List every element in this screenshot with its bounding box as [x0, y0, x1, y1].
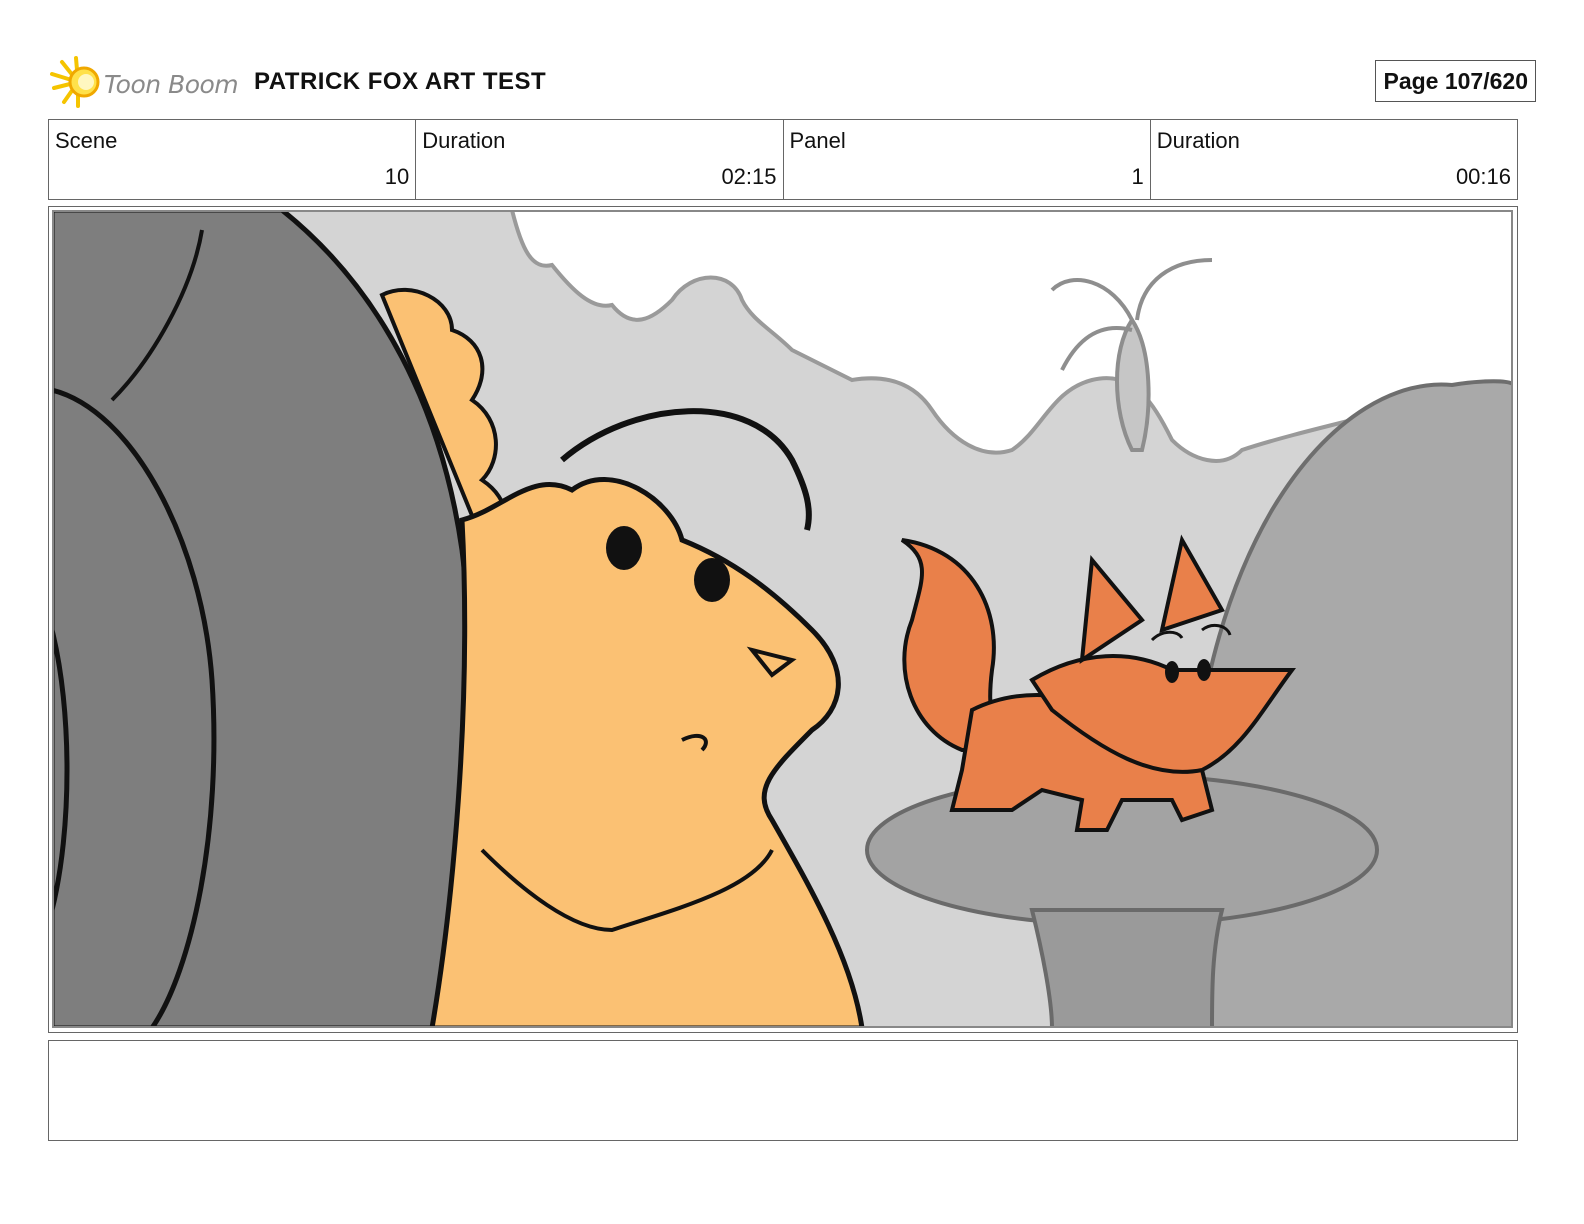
logo-text: Toon Boom — [104, 70, 239, 99]
project-title: PATRICK FOX ART TEST — [254, 68, 547, 95]
scene-value: 10 — [384, 164, 410, 189]
panel-label: Panel — [789, 128, 846, 153]
scene-cell: Scene 10 — [49, 120, 417, 199]
stone-table-base — [1029, 908, 1225, 1028]
scene-info-table: Scene 10 Duration 02:15 Panel 1 Duration… — [48, 119, 1518, 200]
panel-duration-value: 00:16 — [1455, 164, 1511, 189]
frog-eye-right — [694, 558, 730, 602]
panel-illustration — [52, 210, 1513, 1028]
fox-eye-left — [1165, 661, 1179, 683]
page-header: Toon Boom PATRICK FOX ART TEST Page 107/… — [48, 50, 1536, 110]
panel-cell: Panel 1 — [784, 120, 1151, 199]
scene-duration-value: 02:15 — [721, 164, 777, 189]
fox-eye-right — [1197, 659, 1211, 681]
panel-duration-cell: Duration 00:16 — [1151, 120, 1517, 199]
storyboard-panel[interactable] — [48, 206, 1518, 1033]
frog-eye-left — [606, 526, 642, 570]
scene-duration-cell: Duration 02:15 — [416, 120, 784, 199]
scene-duration-label: Duration — [422, 128, 506, 153]
panel-duration-label: Duration — [1156, 128, 1240, 153]
page-indicator: Page 107/620 — [1375, 60, 1536, 102]
panel-notes[interactable] — [48, 1040, 1518, 1141]
sunburst-icon — [50, 56, 100, 108]
panel-value: 1 — [1131, 164, 1144, 189]
toon-boom-logo: Toon Boom — [48, 54, 244, 110]
scene-label: Scene — [55, 128, 118, 153]
